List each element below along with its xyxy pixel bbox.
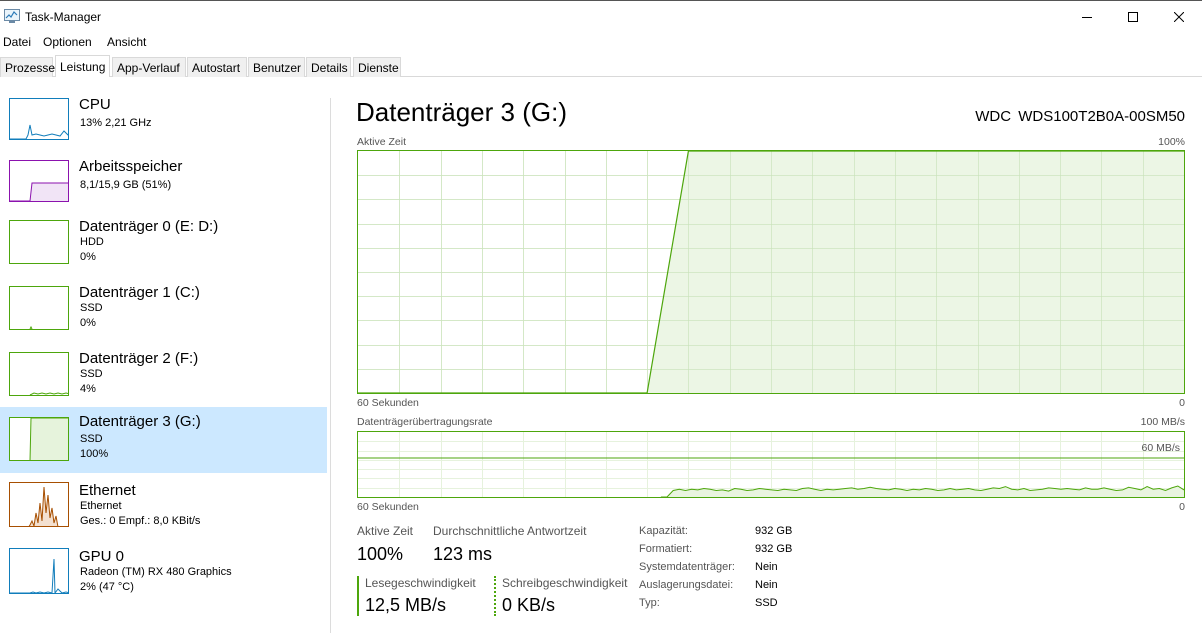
- sidebar-item-title: Datenträger 1 (C:): [79, 284, 200, 301]
- sidebar-divider: [330, 98, 331, 633]
- sidebar-item-usage: 0%: [80, 251, 96, 263]
- tab-leistung[interactable]: Leistung: [55, 55, 110, 77]
- graph-active-time-duration: 60 Sekunden: [357, 397, 419, 409]
- maximize-icon: [1128, 12, 1138, 22]
- graph-active-time-label: Aktive Zeit: [357, 136, 407, 148]
- sidebar-item-title: CPU: [79, 96, 111, 113]
- window-title: Task-Manager: [25, 10, 102, 24]
- tab-autostart[interactable]: Autostart: [187, 57, 247, 77]
- title-bar: Task-Manager: [0, 0, 1202, 32]
- cpu-thumbnail: [9, 98, 69, 140]
- sidebar-item-usage: 100%: [80, 448, 109, 460]
- graph-transfer-duration: 60 Sekunden: [357, 501, 419, 513]
- response-time-value: 123 ms: [433, 544, 493, 564]
- sidebar-item-disk-1[interactable]: Datenträger 1 (C:) SSD 0%: [0, 278, 327, 344]
- sidebar-item-type: Ethernet: [80, 500, 122, 512]
- transfer-rate-graph: 60 MB/s: [357, 431, 1185, 498]
- sidebar-item-title: Datenträger 0 (E: D:): [79, 218, 219, 235]
- sidebar-item-title: Ethernet: [79, 482, 136, 499]
- write-speed-legend-line: [494, 576, 496, 616]
- info-label-capacity: Kapazität:: [639, 525, 688, 537]
- disk-thumbnail: [9, 286, 69, 330]
- info-label-type: Typ:: [639, 597, 660, 609]
- active-time-graph: [357, 150, 1185, 394]
- sidebar-item-title: Datenträger 2 (F:): [79, 350, 199, 367]
- sidebar-item-disk-0[interactable]: Datenträger 0 (E: D:) HDD 0%: [0, 212, 327, 278]
- graph-transfer-line-label: 60 MB/s: [1141, 442, 1180, 454]
- transfer-rate-area: [660, 486, 1184, 497]
- menu-datei[interactable]: Datei: [3, 35, 31, 49]
- active-time-stat-value: 100%: [357, 544, 404, 564]
- info-value-page-file: Nein: [755, 579, 778, 591]
- sidebar-item-title: Datenträger 3 (G:): [79, 413, 201, 430]
- info-value-capacity: 932 GB: [755, 525, 793, 537]
- read-speed-label: Lesegeschwindigkeit: [365, 576, 476, 590]
- sidebar-item-usage: 0%: [80, 317, 96, 329]
- tab-app-verlauf[interactable]: App-Verlauf: [112, 57, 186, 77]
- disk-thumbnail: [9, 220, 69, 264]
- minimize-button[interactable]: [1064, 1, 1110, 33]
- read-speed-legend-line: [357, 576, 359, 616]
- info-label-system-disk: Systemdatenträger:: [639, 561, 735, 573]
- tab-bar: Prozesse Leistung App-Verlauf Autostart …: [0, 55, 1202, 77]
- transfer-rate-chart: [358, 432, 1185, 498]
- sidebar: CPU 13% 2,21 GHz Arbeitsspeicher 8,1/15,…: [0, 78, 330, 639]
- sidebar-item-ethernet[interactable]: Ethernet Ethernet Ges.: 0 Empf.: 8,0 KBi…: [0, 476, 327, 542]
- sidebar-item-cpu[interactable]: CPU 13% 2,21 GHz: [0, 90, 327, 156]
- info-label-page-file: Auslagerungsdatei:: [639, 579, 734, 591]
- close-icon: [1174, 12, 1184, 22]
- info-value-system-disk: Nein: [755, 561, 778, 573]
- graph-active-time-max: 100%: [1158, 136, 1185, 148]
- sidebar-item-type: SSD: [80, 302, 103, 314]
- graph-transfer-zero: 0: [1179, 501, 1185, 513]
- sidebar-item-usage: 4%: [80, 383, 96, 395]
- sidebar-item-detail: 13% 2,21 GHz: [80, 117, 152, 129]
- response-time-label: Durchschnittliche Antwortzeit: [433, 524, 587, 538]
- sidebar-item-model: Radeon (TM) RX 480 Graphics: [80, 566, 232, 578]
- disk-model: WDC WDS100T2B0A-00SM50: [975, 108, 1185, 125]
- sidebar-item-usage: Ges.: 0 Empf.: 8,0 KBit/s: [80, 515, 201, 527]
- sidebar-item-detail: 8,1/15,9 GB (51%): [80, 179, 172, 191]
- tab-benutzer[interactable]: Benutzer: [248, 57, 305, 77]
- sidebar-item-type: SSD: [80, 368, 103, 380]
- sidebar-item-title: GPU 0: [79, 548, 125, 565]
- tab-details[interactable]: Details: [306, 57, 351, 77]
- sidebar-item-title: Arbeitsspeicher: [79, 158, 183, 175]
- ethernet-thumbnail: [9, 482, 69, 527]
- menu-optionen[interactable]: Optionen: [43, 35, 92, 49]
- sidebar-item-type: SSD: [80, 433, 103, 445]
- menu-ansicht[interactable]: Ansicht: [107, 35, 146, 49]
- sidebar-item-memory[interactable]: Arbeitsspeicher 8,1/15,9 GB (51%): [0, 152, 327, 218]
- tab-dienste[interactable]: Dienste: [353, 57, 401, 77]
- sidebar-item-disk-3[interactable]: Datenträger 3 (G:) SSD 100%: [0, 407, 327, 473]
- sidebar-item-usage: 2% (47 °C): [80, 581, 134, 593]
- gpu-thumbnail: [9, 548, 69, 594]
- active-time-chart: [358, 150, 1184, 394]
- graph-active-time-zero: 0: [1179, 397, 1185, 409]
- minimize-icon: [1082, 17, 1092, 18]
- active-time-stat-label: Aktive Zeit: [357, 524, 414, 538]
- maximize-button[interactable]: [1110, 1, 1156, 33]
- info-value-type: SSD: [755, 597, 778, 609]
- graph-transfer-max: 100 MB/s: [1140, 416, 1185, 428]
- info-value-formatted: 932 GB: [755, 543, 793, 555]
- sidebar-item-disk-2[interactable]: Datenträger 2 (F:) SSD 4%: [0, 344, 327, 410]
- sidebar-item-type: HDD: [80, 236, 104, 248]
- read-speed-value: 12,5 MB/s: [365, 595, 447, 615]
- info-label-formatted: Formatiert:: [639, 543, 693, 555]
- memory-thumbnail: [9, 160, 69, 202]
- sidebar-item-gpu[interactable]: GPU 0 Radeon (TM) RX 480 Graphics 2% (47…: [0, 542, 327, 608]
- write-speed-value: 0 KB/s: [502, 595, 556, 615]
- page-title: Datenträger 3 (G:): [356, 97, 567, 127]
- close-button[interactable]: [1156, 1, 1202, 33]
- disk-thumbnail: [9, 352, 69, 396]
- tab-prozesse[interactable]: Prozesse: [0, 57, 55, 77]
- write-speed-label: Schreibgeschwindigkeit: [502, 576, 628, 590]
- disk-thumbnail: [9, 417, 69, 461]
- graph-transfer-label: Datenträgerübertragungsrate: [357, 416, 493, 428]
- task-manager-icon: [4, 9, 20, 23]
